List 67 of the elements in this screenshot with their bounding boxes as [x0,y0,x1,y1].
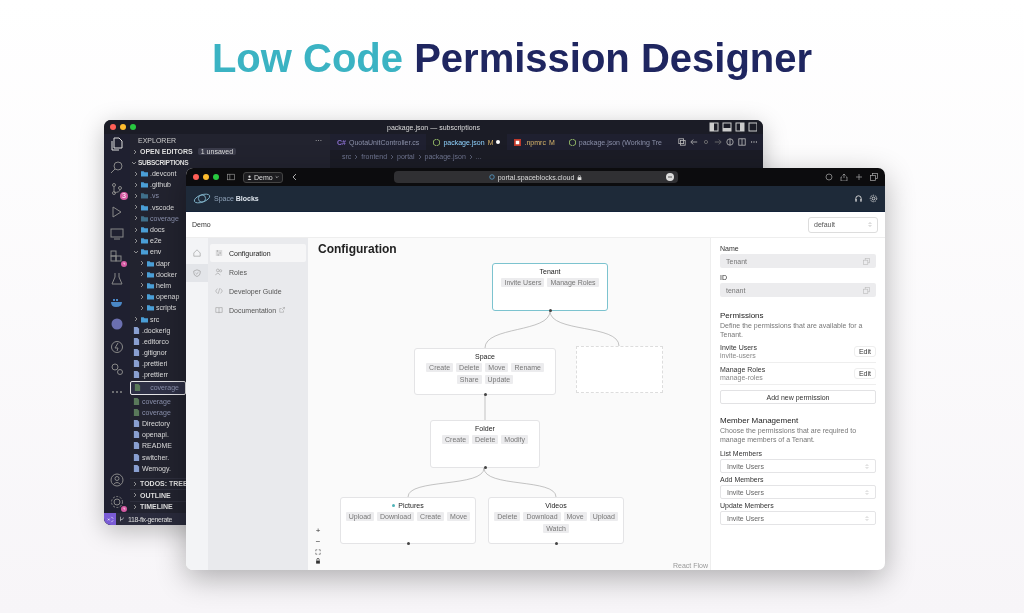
chevron-right-icon [417,153,422,160]
clock-badge-icon [121,260,127,267]
chevron-right-icon [354,153,359,160]
caret-icon [274,175,279,179]
hexagon-icon [568,138,576,146]
share-icon[interactable] [840,173,848,181]
headset-icon[interactable] [854,194,863,203]
status-dot-icon [392,504,396,507]
remote-button[interactable] [104,513,116,525]
sidebar-icon[interactable] [227,173,235,181]
zoom-in-button[interactable]: + [314,527,322,535]
page-title: Configuration [318,242,397,256]
plus-icon[interactable] [855,173,863,181]
split-editor-icon[interactable] [738,138,746,146]
circle-icon[interactable] [110,317,124,331]
home-icon [193,249,201,257]
play-icon[interactable] [110,204,124,219]
external-link-icon [279,307,286,313]
chevron-right-icon [390,153,395,160]
circle-half-icon[interactable] [726,138,734,146]
tabs-icon[interactable] [870,173,878,181]
sliders-icon [215,249,223,257]
chevron-down-icon [131,159,137,166]
more-icon[interactable] [750,138,758,146]
blocks-icon[interactable] [110,249,124,264]
unsaved-dot-icon [496,140,501,144]
branch-icon [119,516,125,522]
person-icon [247,174,252,180]
lock-icon[interactable] [315,558,321,564]
chevron-right-icon [468,153,473,160]
files-icon[interactable] [110,137,124,151]
connector [549,310,620,347]
bolt-icon[interactable] [110,339,124,354]
branch-icon[interactable] [110,182,124,196]
placeholder-node[interactable] [576,346,663,393]
compare-icon[interactable] [678,138,686,146]
back-icon[interactable] [290,173,299,181]
code-icon [215,287,223,295]
connection-handle[interactable] [483,466,487,469]
connection-handle[interactable] [406,542,410,545]
dot-icon[interactable] [702,138,710,146]
arrow-left-icon[interactable] [690,138,698,146]
arrow-right-icon[interactable] [714,138,722,146]
connector [484,310,551,349]
connection-handle[interactable] [554,542,558,545]
search-icon[interactable] [110,159,124,174]
settings-icon[interactable] [110,495,124,509]
circle-icon[interactable] [825,173,833,181]
chevron-right-icon [132,148,138,155]
users-icon [215,268,223,276]
connection-handle[interactable] [548,309,552,312]
section-title: Permissions [720,311,765,320]
connection-handle[interactable] [483,393,487,396]
chevron-down-icon [133,248,139,255]
flask-icon[interactable] [110,272,124,286]
headline: Low Code Permission Designer [211,36,813,80]
section-title: Member Management [720,416,800,425]
zoom-out-button[interactable]: − [314,538,322,546]
hexagon-icon [433,138,441,146]
book-icon [215,306,223,314]
clock-badge-icon [121,506,127,512]
shield-icon [193,269,201,277]
account-icon[interactable] [110,472,124,487]
planet-logo-icon [193,192,211,205]
gears-icon[interactable] [110,362,124,376]
npm-icon [514,138,522,146]
layout-icon[interactable] [709,122,757,132]
